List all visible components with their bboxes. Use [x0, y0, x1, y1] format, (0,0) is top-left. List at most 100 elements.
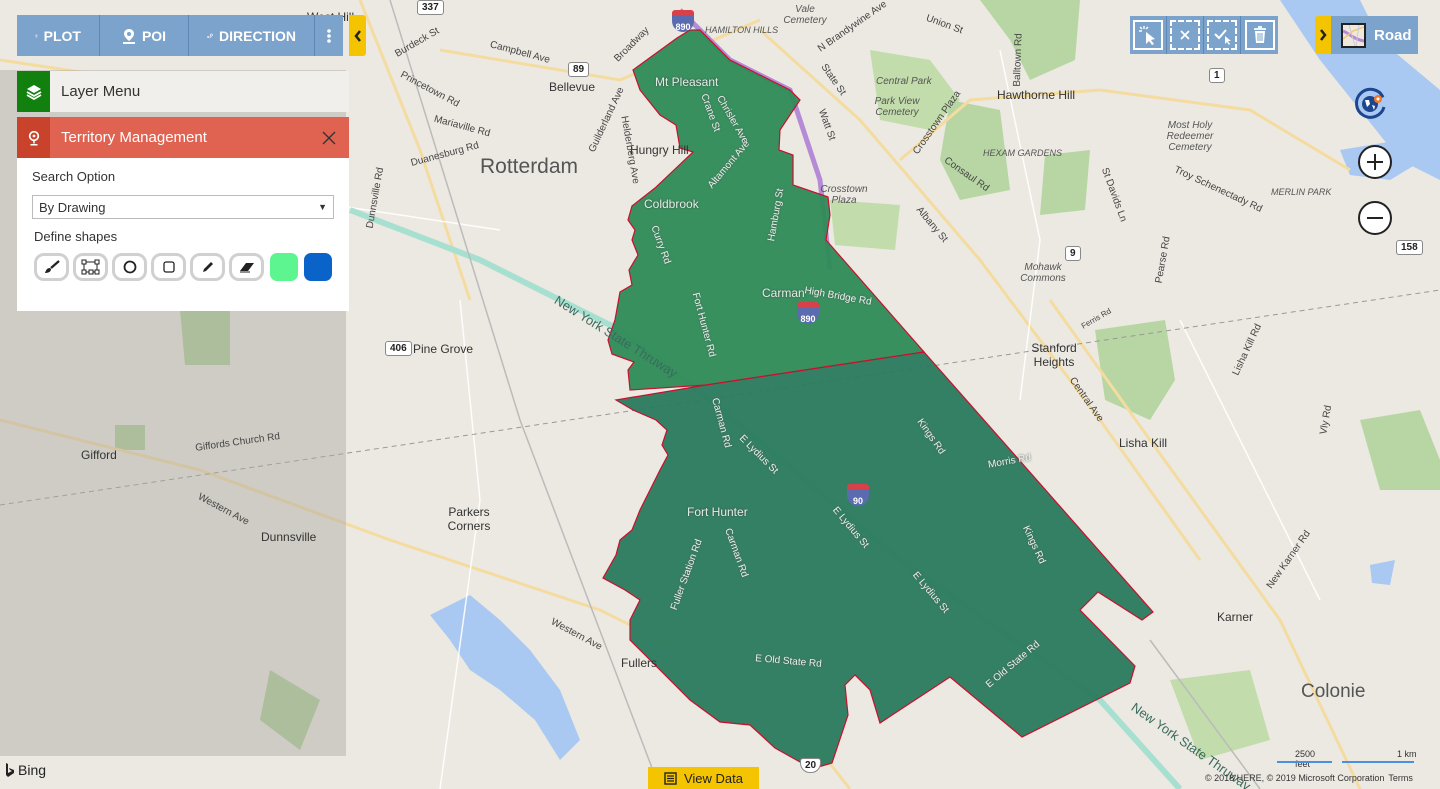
copyright-text: © 2018 HERE, © 2019 Microsoft Corporatio… [1205, 773, 1413, 783]
interstate-shield: 890 [672, 10, 694, 32]
scale-metric-bar [1342, 761, 1414, 763]
map-label-place: Fullers [621, 656, 658, 670]
map-label-place: Pine Grove [413, 342, 474, 356]
brush-tool-button[interactable] [34, 253, 69, 281]
territory-title: Territory Management [61, 129, 207, 146]
interstate-shield: 90 [847, 484, 869, 506]
eraser-tool-button[interactable] [229, 253, 264, 281]
territory-label-place: Coldbrook [644, 197, 699, 211]
view-data-label: View Data [683, 770, 743, 786]
confirm-selection-icon [1214, 29, 1231, 45]
clear-selection-icon [1180, 30, 1190, 40]
route-shield: 9 [1065, 246, 1081, 261]
define-shapes-label: Define shapes [34, 229, 118, 244]
close-territory-button[interactable] [309, 117, 349, 158]
map-label-area: HEXAM GARDENS [983, 148, 1063, 158]
poi-label: POI [141, 27, 167, 44]
search-option-select[interactable]: By Drawing ▼ [32, 195, 334, 219]
direction-label: DIRECTION [219, 27, 296, 44]
route-shield: 1 [1209, 68, 1225, 83]
more-options-button[interactable] [315, 15, 343, 56]
map-label-place: Gifford [81, 448, 117, 462]
locate-button[interactable] [1353, 85, 1389, 121]
map-label-road: Balltown Rd [1011, 33, 1025, 87]
collapse-panel-button[interactable] [349, 15, 366, 56]
map-style-button[interactable]: Road [1331, 16, 1418, 54]
brush-icon [44, 260, 60, 273]
selection-toolbar [1130, 16, 1278, 54]
terms-link[interactable]: Terms [1388, 773, 1413, 783]
confirm-selection-button[interactable] [1204, 16, 1241, 54]
chevron-left-icon [353, 29, 361, 42]
map-label-place: Parkers Corners [447, 505, 491, 533]
map-label-place: Lisha Kill [1119, 436, 1168, 450]
zoom-in-button[interactable] [1358, 145, 1392, 179]
bing-logo: Bing [5, 762, 46, 778]
scale-imperial-label: 2500 feet [1295, 749, 1316, 769]
square-tool-button[interactable] [151, 253, 186, 281]
pin-icon [35, 33, 38, 38]
map-label-area: HAMILTON HILLS [705, 25, 779, 35]
color-swatch-green[interactable] [270, 253, 298, 281]
direction-button[interactable]: DIRECTION [189, 15, 315, 56]
pin-icon [28, 130, 39, 146]
pencil-icon [202, 262, 213, 272]
color-swatch-blue[interactable] [304, 253, 332, 281]
polygon-select-icon [81, 259, 99, 275]
map-style-label: Road [1374, 26, 1412, 44]
copyright-label: © 2018 HERE, © 2019 Microsoft Corporatio… [1205, 773, 1385, 783]
route-icon [207, 33, 213, 38]
layer-menu-label: Layer Menu [61, 83, 141, 100]
chevron-right-icon [1320, 29, 1327, 41]
scale-imperial-bar [1277, 761, 1332, 763]
map-label-landmark: Crosstown Plaza [820, 184, 868, 206]
map-label-landmark: Park View Cemetery [874, 96, 920, 118]
park-area [830, 200, 900, 250]
territory-panel-body: Search Option By Drawing ▼ Define shapes [17, 158, 349, 311]
map-label-landmark: Central Park [876, 76, 932, 87]
route-shield: 406 [385, 341, 412, 356]
map-label-city: Rotterdam [480, 155, 579, 178]
plot-button[interactable]: PLOT [17, 15, 100, 56]
bing-label: Bing [18, 762, 47, 778]
map-label-place: Bellevue [549, 80, 596, 94]
territory-label-place: Fort Hunter [687, 505, 748, 519]
pencil-tool-button[interactable] [190, 253, 225, 281]
plus-icon [1367, 154, 1383, 170]
map-label-landmark: Most Holy Redeemer Cemetery [1166, 120, 1214, 153]
trash-icon [1253, 26, 1266, 43]
delete-selection-button[interactable] [1241, 16, 1278, 54]
clear-selection-button[interactable] [1167, 16, 1204, 54]
select-pointer-button[interactable] [1130, 16, 1167, 54]
shape-tools [34, 253, 334, 281]
map-label-place: Dunnsville [261, 530, 317, 544]
layers-icon [26, 84, 41, 100]
layer-menu-icon-box [17, 71, 50, 112]
zoom-out-button[interactable] [1358, 201, 1392, 235]
poi-pin-icon [122, 28, 135, 44]
select-pointer-icon [1139, 26, 1155, 45]
poi-button[interactable]: POI [100, 15, 189, 56]
layer-menu-button[interactable]: Layer Menu [17, 71, 349, 112]
map-label-landmark: Mohawk Commons [1020, 262, 1066, 284]
circle-tool-button[interactable] [112, 253, 147, 281]
park-area [1040, 150, 1090, 215]
route-shield: 158 [1396, 240, 1423, 255]
map-label-place: Stanford Heights [1031, 341, 1077, 369]
territory-panel-header: Territory Management [17, 117, 349, 158]
view-data-button[interactable]: View Data [648, 767, 759, 789]
scale-metric-label: 1 km [1397, 749, 1417, 759]
close-icon [322, 131, 336, 144]
eraser-icon [239, 263, 254, 273]
map-style-toggle-button[interactable] [1315, 16, 1331, 54]
route-shield: 89 [568, 62, 590, 77]
bing-b-icon [6, 763, 14, 777]
polygon-select-tool-button[interactable] [73, 253, 108, 281]
map-label-place: Karner [1217, 610, 1254, 624]
dropdown-arrow-icon: ▼ [318, 202, 327, 212]
more-vertical-icon [327, 28, 331, 43]
territory-icon-box [17, 117, 50, 158]
map-label-city: Colonie [1301, 681, 1366, 702]
locate-globe-icon [1355, 87, 1386, 119]
interstate-shield: 890 [797, 302, 819, 324]
